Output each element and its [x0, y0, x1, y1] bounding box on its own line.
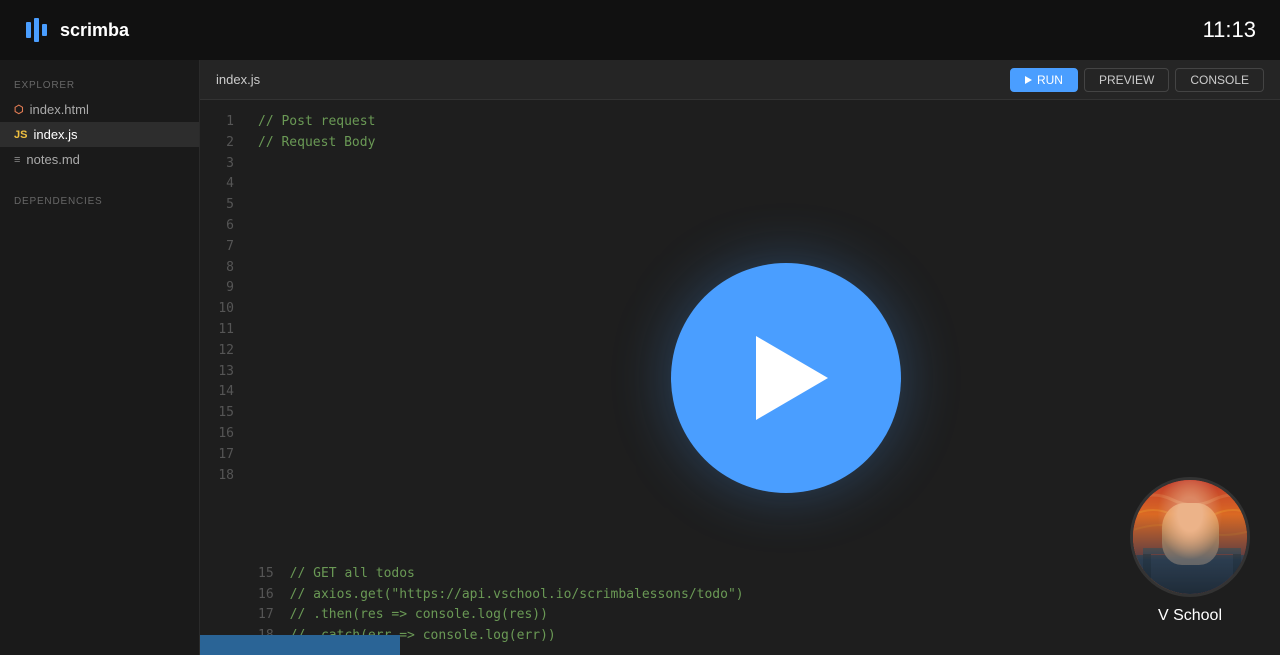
sidebar-item-index-html[interactable]: ⬡ index.html: [0, 97, 199, 122]
code-editor: 1 2 3 4 5 6 7 8 9 10 11 12 13 14 15 16 1…: [200, 100, 1280, 655]
scrimba-logo-icon: [24, 16, 52, 44]
vschool-overlay: V School: [1130, 477, 1250, 625]
dependencies-label: DEPENDENCIES: [0, 188, 199, 213]
logo[interactable]: scrimba: [24, 16, 129, 44]
console-button[interactable]: CONSOLE: [1175, 68, 1264, 92]
sidebar-item-index-js[interactable]: JS index.js: [0, 122, 199, 147]
vschool-avatar-image: [1133, 480, 1247, 594]
explorer-label: EXPLORER: [0, 72, 199, 97]
editor-filename: index.js: [216, 72, 260, 87]
vschool-avatar: [1130, 477, 1250, 597]
vschool-label: V School: [1158, 607, 1222, 625]
scream-painting: [1133, 480, 1250, 597]
sidebar-file-name: notes.md: [26, 152, 79, 167]
sidebar: EXPLORER ⬡ index.html JS index.js ≡ note…: [0, 60, 200, 655]
toolbar-buttons: RUN PREVIEW CONSOLE: [1010, 68, 1264, 92]
bottom-strip: [200, 635, 400, 655]
js-icon: JS: [14, 129, 27, 141]
main-layout: EXPLORER ⬡ index.html JS index.js ≡ note…: [0, 60, 1280, 655]
clock-display: 11:13: [1203, 17, 1256, 43]
sidebar-file-name: index.html: [30, 102, 89, 117]
run-button[interactable]: RUN: [1010, 68, 1078, 92]
sidebar-file-name: index.js: [33, 127, 77, 142]
topbar: scrimba 11:13: [0, 0, 1280, 60]
logo-text: scrimba: [60, 20, 129, 41]
editor-area: index.js RUN PREVIEW CONSOLE 1 2 3 4 5 6…: [200, 60, 1280, 655]
editor-toolbar: index.js RUN PREVIEW CONSOLE: [200, 60, 1280, 100]
run-label: RUN: [1037, 73, 1063, 87]
line-numbers: 1 2 3 4 5 6 7 8 9 10 11 12 13 14 15 16 1…: [200, 100, 250, 655]
run-icon: [1025, 76, 1032, 84]
md-icon: ≡: [14, 154, 20, 166]
sidebar-item-notes-md[interactable]: ≡ notes.md: [0, 147, 199, 172]
html-icon: ⬡: [14, 103, 24, 116]
preview-button[interactable]: PREVIEW: [1084, 68, 1169, 92]
play-button[interactable]: [671, 263, 901, 493]
play-icon: [756, 336, 828, 420]
